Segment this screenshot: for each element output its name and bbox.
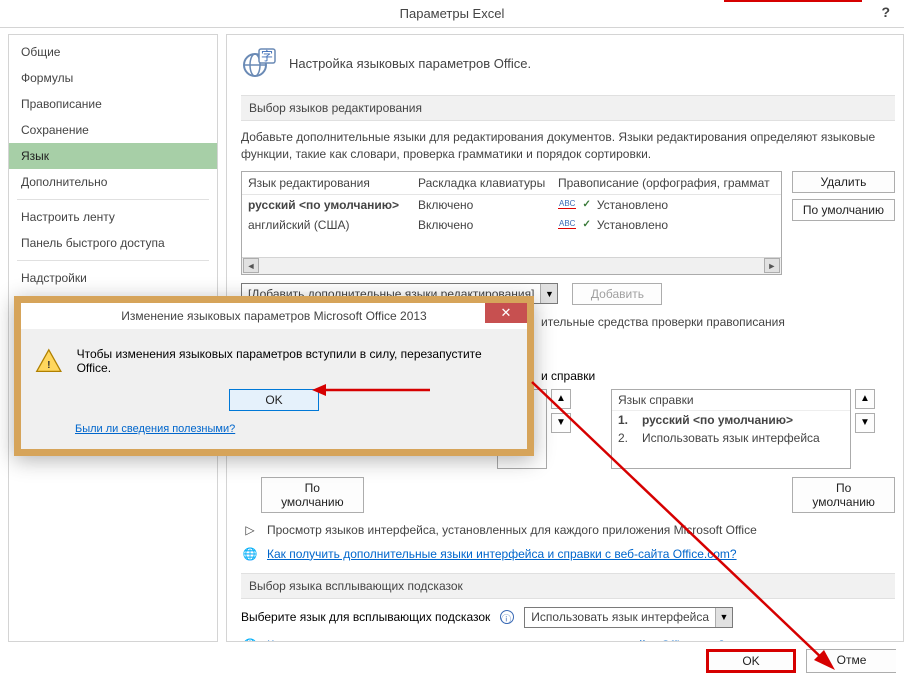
sidebar-item-save[interactable]: Сохранение (9, 117, 217, 143)
get-languages-link[interactable]: Как получить дополнительные языки интерф… (267, 547, 737, 561)
sidebar-separator (17, 199, 209, 200)
scroll-right-button[interactable]: ► (764, 258, 780, 273)
dialog-button-row: OK (35, 389, 513, 411)
tooltip-label: Выберите язык для всплывающих подсказок (241, 610, 490, 624)
listbox-header: Язык справки (612, 390, 850, 411)
dialog-title: Изменение языковых параметров Microsoft … (21, 309, 527, 323)
move-up-button[interactable]: ▲ (551, 389, 571, 409)
set-default-button[interactable]: По умолчанию (792, 199, 895, 221)
header-text: Настройка языковых параметров Office. (289, 56, 531, 71)
sidebar-item-general[interactable]: Общие (9, 39, 217, 65)
dialog-message-row: ! Чтобы изменения языковых параметров вс… (35, 347, 513, 375)
sidebar-item-language[interactable]: Язык (9, 143, 217, 169)
help-default-button[interactable]: По умолчанию (792, 477, 895, 513)
section-edit-desc: Добавьте дополнительные языки для редакт… (241, 129, 895, 163)
spin-buttons: ▲ ▼ (551, 389, 571, 469)
table-row[interactable]: русский <по умолчанию> Включено ABC✓ Уст… (242, 195, 781, 215)
and-help-label: и справки (541, 369, 595, 383)
combo-text: Использовать язык интерфейса (525, 608, 715, 626)
check-icon: ✓ (582, 219, 590, 230)
horizontal-scrollbar[interactable]: ◄ ► (242, 257, 781, 274)
col-language: Язык редактирования (242, 172, 412, 194)
help-language-listbox[interactable]: Язык справки 1.русский <по умолчанию> 2.… (611, 389, 851, 469)
expand-icon[interactable]: ▷ (241, 523, 259, 537)
cell-layout: Включено (412, 195, 552, 215)
sidebar-separator (17, 260, 209, 261)
chevron-down-icon[interactable]: ▼ (715, 608, 732, 627)
sidebar-item-proofing[interactable]: Правописание (9, 91, 217, 117)
annotation-highlight-top (724, 0, 862, 2)
editing-languages-table[interactable]: Язык редактирования Раскладка клавиатуры… (241, 171, 782, 275)
globe-icon: 🌐 (241, 638, 259, 642)
move-down-button[interactable]: ▼ (855, 413, 875, 433)
check-icon: ✓ (582, 199, 590, 210)
view-ui-languages-text: Просмотр языков интерфейса, установленны… (267, 523, 757, 537)
sidebar-item-advanced[interactable]: Дополнительно (9, 169, 217, 195)
chevron-down-icon[interactable]: ▼ (540, 284, 557, 303)
cell-lang: русский <по умолчанию> (242, 195, 412, 215)
abc-check-icon: ABC (558, 220, 576, 229)
add-button[interactable]: Добавить (572, 283, 662, 305)
svg-text:!: ! (47, 360, 50, 371)
col-keyboard: Раскладка клавиатуры (412, 172, 552, 194)
cell-proof: ABC✓ Установлено (552, 215, 781, 235)
globe-icon: 🌐 (241, 547, 259, 561)
section-tooltip-title: Выбор языка всплывающих подсказок (241, 573, 895, 599)
header: 字 Настройка языковых параметров Office. (241, 45, 895, 81)
cell-proof: ABC✓ Установлено (552, 195, 781, 215)
abc-check-icon: ABC (558, 200, 576, 209)
window-title: Параметры Excel (400, 6, 505, 21)
cell-layout: Включено (412, 215, 552, 235)
list-item[interactable]: 1.русский <по умолчанию> (612, 411, 850, 429)
proofing-extra-text: ительные средства проверки правописания (541, 315, 895, 329)
dialog-ok-button[interactable]: OK (229, 389, 319, 411)
help-button[interactable]: ? (881, 4, 890, 20)
get-tooltip-languages-link[interactable]: Как получить дополнительные языки всплыв… (267, 638, 725, 642)
warning-icon: ! (35, 347, 63, 375)
feedback-link[interactable]: Были ли сведения полезными? (75, 423, 235, 435)
sidebar-item-formulas[interactable]: Формулы (9, 65, 217, 91)
scroll-left-button[interactable]: ◄ (243, 258, 259, 273)
editing-languages-area: Язык редактирования Раскладка клавиатуры… (241, 171, 895, 275)
spin-buttons: ▲ ▼ (855, 389, 875, 469)
move-down-button[interactable]: ▼ (551, 413, 571, 433)
help-and-ui-row: и справки (541, 369, 895, 383)
get-languages-link-row: 🌐 Как получить дополнительные языки инте… (241, 547, 895, 561)
close-button[interactable]: ✕ (485, 303, 527, 323)
table-side-buttons: Удалить По умолчанию (792, 171, 895, 275)
ui-default-button[interactable]: По умолчанию (261, 477, 364, 513)
get-tooltip-languages-link-row: 🌐 Как получить дополнительные языки вспл… (241, 638, 895, 642)
sidebar-item-addins[interactable]: Надстройки (9, 265, 217, 291)
dialog-titlebar[interactable]: Изменение языковых параметров Microsoft … (21, 303, 527, 329)
ok-button[interactable]: OK (706, 649, 796, 673)
tooltip-language-combo[interactable]: Использовать язык интерфейса ▼ (524, 607, 733, 628)
sidebar-item-qat[interactable]: Панель быстрого доступа (9, 230, 217, 256)
restart-dialog: Изменение языковых параметров Microsoft … (14, 296, 534, 456)
table-row[interactable]: английский (США) Включено ABC✓ Установле… (242, 215, 781, 235)
delete-button[interactable]: Удалить (792, 171, 895, 193)
language-icon: 字 (241, 45, 277, 81)
tooltip-language-row: Выберите язык для всплывающих подсказок … (241, 607, 895, 628)
list-item[interactable]: 2.Использовать язык интерфейса (612, 429, 850, 447)
section-edit-title: Выбор языков редактирования (241, 95, 895, 121)
dialog-message: Чтобы изменения языковых параметров всту… (77, 347, 513, 375)
cancel-button[interactable]: Отме (806, 649, 896, 673)
titlebar: Параметры Excel ? (0, 0, 904, 28)
svg-text:字: 字 (261, 48, 273, 63)
dialog-body: ! Чтобы изменения языковых параметров вс… (21, 329, 527, 449)
col-proofing: Правописание (орфография, граммат (552, 172, 781, 194)
dialog-footer: OK Отме (706, 649, 896, 673)
move-up-button[interactable]: ▲ (855, 389, 875, 409)
help-list-wrap: Язык справки 1.русский <по умолчанию> 2.… (611, 389, 875, 469)
view-ui-languages-row: ▷ Просмотр языков интерфейса, установлен… (241, 523, 895, 537)
default-buttons-row: По умолчанию По умолчанию (261, 477, 895, 513)
table-header: Язык редактирования Раскладка клавиатуры… (242, 172, 781, 195)
info-icon[interactable]: ⓘ (500, 610, 514, 624)
cell-lang: английский (США) (242, 215, 412, 235)
sidebar-item-customize-ribbon[interactable]: Настроить ленту (9, 204, 217, 230)
